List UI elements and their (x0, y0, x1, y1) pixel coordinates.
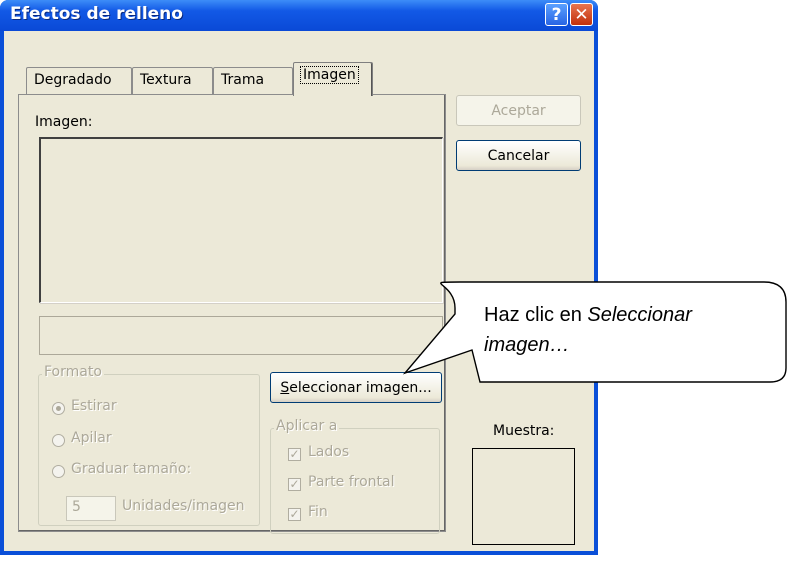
apply-to-group-legend: Aplicar a (274, 418, 340, 434)
callout-text-emphasis: Seleccionar (587, 304, 692, 326)
tab-label: Degradado (34, 72, 112, 88)
sample-preview-box (472, 448, 575, 545)
tab-imagen[interactable]: Imagen (293, 62, 373, 96)
tab-trama[interactable]: Trama (213, 67, 293, 94)
tab-label: Trama (221, 72, 265, 88)
dialog-title: Efectos de relleno (10, 4, 183, 24)
format-group-legend: Formato (42, 364, 104, 380)
image-label: Imagen: (35, 114, 93, 130)
title-bar[interactable]: Efectos de relleno ? ✕ (0, 0, 598, 31)
checkbox-fin-label: Fin (308, 504, 328, 520)
close-icon: ✕ (574, 4, 589, 25)
radio-estirar[interactable] (52, 402, 65, 415)
help-button[interactable]: ? (545, 3, 568, 26)
checkbox-lados[interactable]: ✓ (288, 448, 301, 461)
callout-bubble: Haz clic en Seleccionar imagen… (400, 278, 789, 388)
checkbox-parte-frontal-label: Parte frontal (308, 474, 395, 490)
callout-text-prefix: Haz clic en (484, 304, 588, 326)
checkbox-parte-frontal[interactable]: ✓ (288, 478, 301, 491)
image-preview-box (39, 137, 443, 303)
radio-graduar-label: Graduar tamaño: (71, 461, 192, 477)
checkbox-fin[interactable]: ✓ (288, 508, 301, 521)
tab-textura[interactable]: Textura (132, 67, 213, 94)
question-icon: ? (551, 4, 562, 25)
sample-label: Muestra: (493, 423, 555, 439)
radio-apilar-label: Apilar (71, 430, 112, 446)
radio-estirar-label: Estirar (71, 398, 117, 414)
units-per-image-input[interactable]: 5 (66, 496, 116, 521)
image-name-field (39, 316, 443, 355)
callout-text: Haz clic en Seleccionar imagen… (484, 300, 774, 360)
checkbox-lados-label: Lados (308, 444, 350, 460)
tab-degradado[interactable]: Degradado (26, 67, 132, 94)
tab-label: Imagen (300, 66, 359, 84)
check-icon: ✓ (289, 507, 300, 521)
check-icon: ✓ (289, 477, 300, 491)
callout-text-emphasis-2: imagen… (484, 334, 570, 356)
select-image-accel: S (280, 379, 290, 396)
ok-button[interactable]: Aceptar (456, 95, 581, 126)
radio-graduar[interactable] (52, 465, 65, 478)
check-icon: ✓ (289, 447, 300, 461)
tab-label: Textura (140, 72, 192, 88)
close-button[interactable]: ✕ (570, 3, 593, 26)
radio-apilar[interactable] (52, 434, 65, 447)
cancel-button[interactable]: Cancelar (456, 140, 581, 171)
units-per-image-label: Unidades/imagen (122, 498, 245, 514)
